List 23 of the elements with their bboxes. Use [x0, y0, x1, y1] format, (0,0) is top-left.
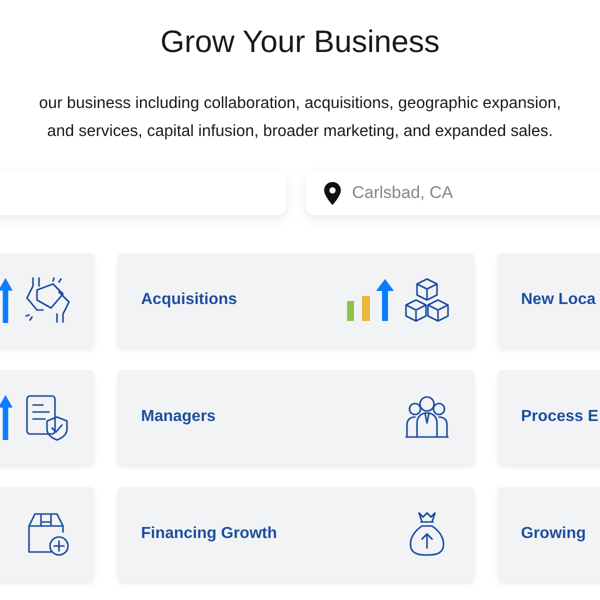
card-label: Managers: [141, 408, 216, 426]
category-card[interactable]: New Loca: [498, 253, 600, 347]
team-icon: [403, 393, 451, 441]
up-arrow-icon: [0, 278, 13, 322]
category-card[interactable]: Acquisitions: [118, 253, 474, 347]
document-shield-icon: [23, 393, 71, 441]
category-card[interactable]: Growing: [498, 487, 600, 581]
page-title: Grow Your Business: [159, 23, 441, 61]
card-label: New Loca: [521, 291, 596, 309]
category-card[interactable]: Process E: [498, 370, 600, 464]
category-card[interactable]: Financing Growth: [118, 487, 474, 581]
card-label: Acquisitions: [141, 291, 238, 309]
bar-chart-icon: [347, 279, 395, 321]
location-field[interactable]: Carlsbad, CA: [306, 171, 600, 215]
intro-text: and services, capital infusion, broader marketing, and expanded sales.: [47, 121, 553, 142]
card-label: Financing Growth: [141, 525, 277, 543]
card-label: Growing: [521, 525, 586, 543]
intro-text: our business including collaboration, acquisitions, geographic expansion,: [39, 93, 561, 114]
cubes-icon: [403, 276, 451, 324]
card-label: Process E: [521, 408, 598, 426]
category-card[interactable]: Managers: [118, 370, 474, 464]
location-pin-icon: [324, 182, 341, 205]
up-arrow-icon: [0, 394, 13, 440]
